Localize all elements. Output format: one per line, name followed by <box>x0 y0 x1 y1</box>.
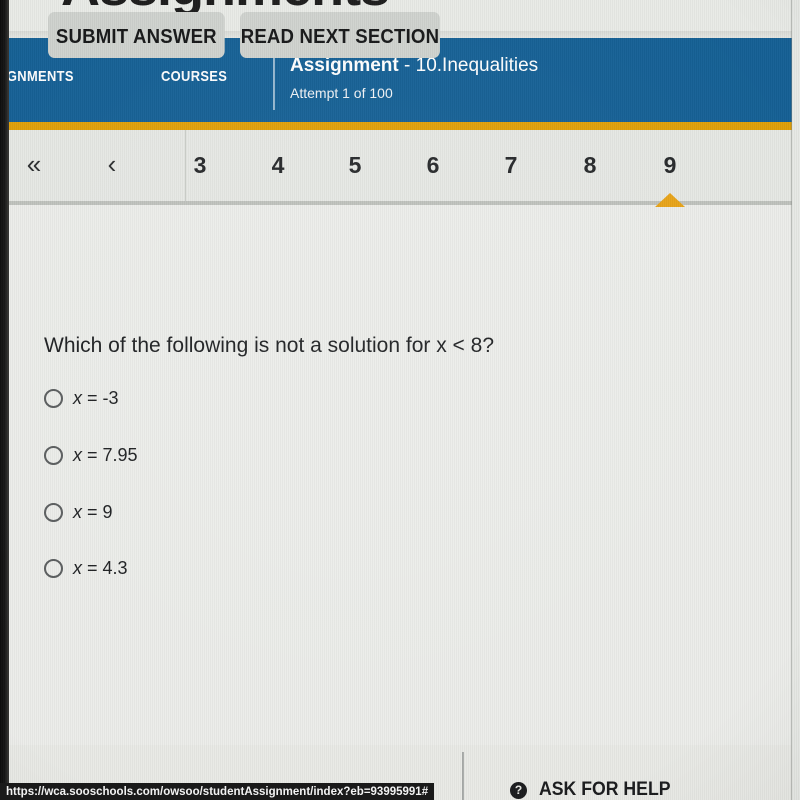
pagination-page-9[interactable]: 9 <box>650 152 690 179</box>
browser-status-url: https://wca.sooschools.com/owsoo/student… <box>0 783 435 800</box>
answer-option-4-value: = 4.3 <box>82 557 128 578</box>
pagination-page-7[interactable]: 7 <box>491 152 531 179</box>
answer-option-3[interactable]: x = 9 <box>44 499 113 525</box>
answer-option-4-variable: x <box>73 557 82 578</box>
pagination-page-6[interactable]: 6 <box>413 152 453 179</box>
pagination-page-4[interactable]: 4 <box>258 152 298 179</box>
ask-for-help-label: ASK FOR HELP <box>539 779 671 800</box>
attempt-counter: Attempt 1 of 100 <box>290 85 393 101</box>
pagination-prev-icon[interactable]: ‹ <box>92 150 132 178</box>
screen-right-edge-line <box>791 0 792 800</box>
question-mark-icon: ? <box>510 781 527 799</box>
nav-item-courses[interactable]: COURSES <box>161 68 227 85</box>
pagination-page-8[interactable]: 8 <box>570 152 610 179</box>
header-divider <box>273 52 275 110</box>
read-next-section-button[interactable]: READ NEXT SECTION <box>240 12 440 58</box>
answer-option-3-label: x = 9 <box>73 502 113 523</box>
submit-answer-button[interactable]: SUBMIT ANSWER <box>48 12 225 58</box>
assignment-title: Assignment - 10.Inequalities <box>290 55 538 77</box>
answer-option-4[interactable]: x = 4.3 <box>44 555 128 581</box>
answer-option-1[interactable]: x = -3 <box>44 385 119 411</box>
pagination-page-3[interactable]: 3 <box>180 152 220 179</box>
answer-option-1-variable: x <box>73 387 82 408</box>
radio-button-icon[interactable] <box>44 388 63 408</box>
radio-button-icon[interactable] <box>44 558 63 578</box>
answer-option-2-label: x = 7.95 <box>73 445 138 466</box>
pagination-active-marker <box>655 193 685 207</box>
answer-option-2[interactable]: x = 7.95 <box>44 442 138 468</box>
screen-bezel-left <box>0 0 9 800</box>
question-prompt: Which of the following is not a solution… <box>44 334 494 357</box>
answer-option-2-value: = 7.95 <box>82 444 138 465</box>
answer-option-3-variable: x <box>73 501 82 522</box>
answer-option-1-value: = -3 <box>82 387 119 408</box>
assignment-title-name: - 10.Inequalities <box>398 55 539 76</box>
header-accent-bar <box>9 122 792 130</box>
action-bar-divider <box>462 752 464 800</box>
answer-option-3-value: = 9 <box>82 501 113 522</box>
assignment-title-label: Assignment <box>290 55 399 76</box>
screen-right-margin <box>792 0 800 800</box>
pagination-first-icon[interactable]: « <box>14 150 54 178</box>
question-panel <box>9 205 792 745</box>
ask-for-help-button[interactable]: ? ASK FOR HELP <box>510 779 680 800</box>
answer-option-1-label: x = -3 <box>73 388 119 409</box>
radio-button-icon[interactable] <box>44 502 63 522</box>
answer-option-2-variable: x <box>73 444 82 465</box>
answer-option-4-label: x = 4.3 <box>73 558 128 579</box>
nav-item-assignments[interactable]: IGNMENTS <box>9 68 74 85</box>
screenshot-root: Assignments IGNMENTS COURSES Assignment … <box>0 0 800 800</box>
pagination-page-5[interactable]: 5 <box>335 152 375 179</box>
radio-button-icon[interactable] <box>44 445 63 465</box>
